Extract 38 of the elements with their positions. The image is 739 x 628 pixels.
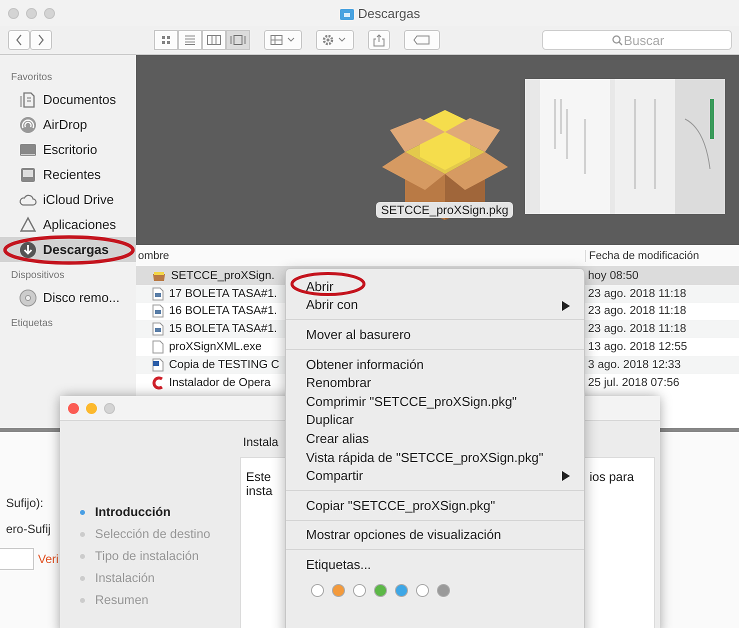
intro-text: ios para	[590, 470, 634, 484]
sidebar-label: Aplicaciones	[43, 217, 116, 232]
file-date: 23 ago. 2018 11:18	[587, 305, 686, 318]
file-date: 23 ago. 2018 11:18	[587, 323, 686, 336]
step-label: Selección de destino	[95, 527, 212, 541]
installer-heading: Instala	[243, 435, 278, 449]
intro-text: insta	[246, 484, 274, 498]
sidebar-label: iCloud Drive	[43, 192, 114, 207]
file-date: 13 ago. 2018 12:55	[587, 341, 688, 354]
step-label: Tipo de instalación	[95, 549, 200, 563]
file-date: 3 ago. 2018 12:33	[587, 358, 681, 371]
file-name: Copia de TESTING C	[169, 358, 280, 371]
file-date: 23 ago. 2018 11:18	[587, 288, 686, 300]
step-label: Introducción	[95, 505, 172, 519]
file-date: hoy 08:50	[587, 270, 639, 282]
sidebar-label: Descargas	[43, 242, 109, 257]
file-name: Instalador de Opera	[169, 376, 271, 389]
form-label: ero-Sufij	[6, 522, 51, 536]
file-name: SETCCE_proXSign.	[171, 270, 275, 282]
file-name: 15 BOLETA TASA#1.	[169, 323, 278, 336]
intro-text: Este	[246, 470, 272, 484]
step-label: Resumen	[95, 593, 150, 607]
file-date: 25 jul. 2018 07:56	[587, 376, 680, 389]
file-name: proXSignXML.exe	[169, 341, 262, 354]
file-name: 17 BOLETA TASA#1.	[169, 288, 278, 300]
sidebar-heading: Favoritos	[10, 71, 54, 85]
sidebar-label: Documentos	[43, 92, 116, 107]
file-caption: SETCCE_proXSign.pkg	[376, 202, 514, 218]
sidebar-label: AirDrop	[43, 117, 88, 132]
sidebar-label: Recientes	[43, 167, 101, 182]
window-title: Descargas	[358, 6, 420, 21]
sidebar-label: Escritorio	[43, 142, 98, 157]
sidebar-label: Disco remo...	[43, 290, 120, 305]
form-label: Sufijo):	[6, 496, 44, 510]
sidebar-heading: Etiquetas	[10, 317, 54, 331]
file-name: 16 BOLETA TASA#1.	[169, 305, 278, 318]
step-label: Instalación	[95, 571, 156, 585]
sidebar-heading: Dispositivos	[10, 269, 66, 283]
